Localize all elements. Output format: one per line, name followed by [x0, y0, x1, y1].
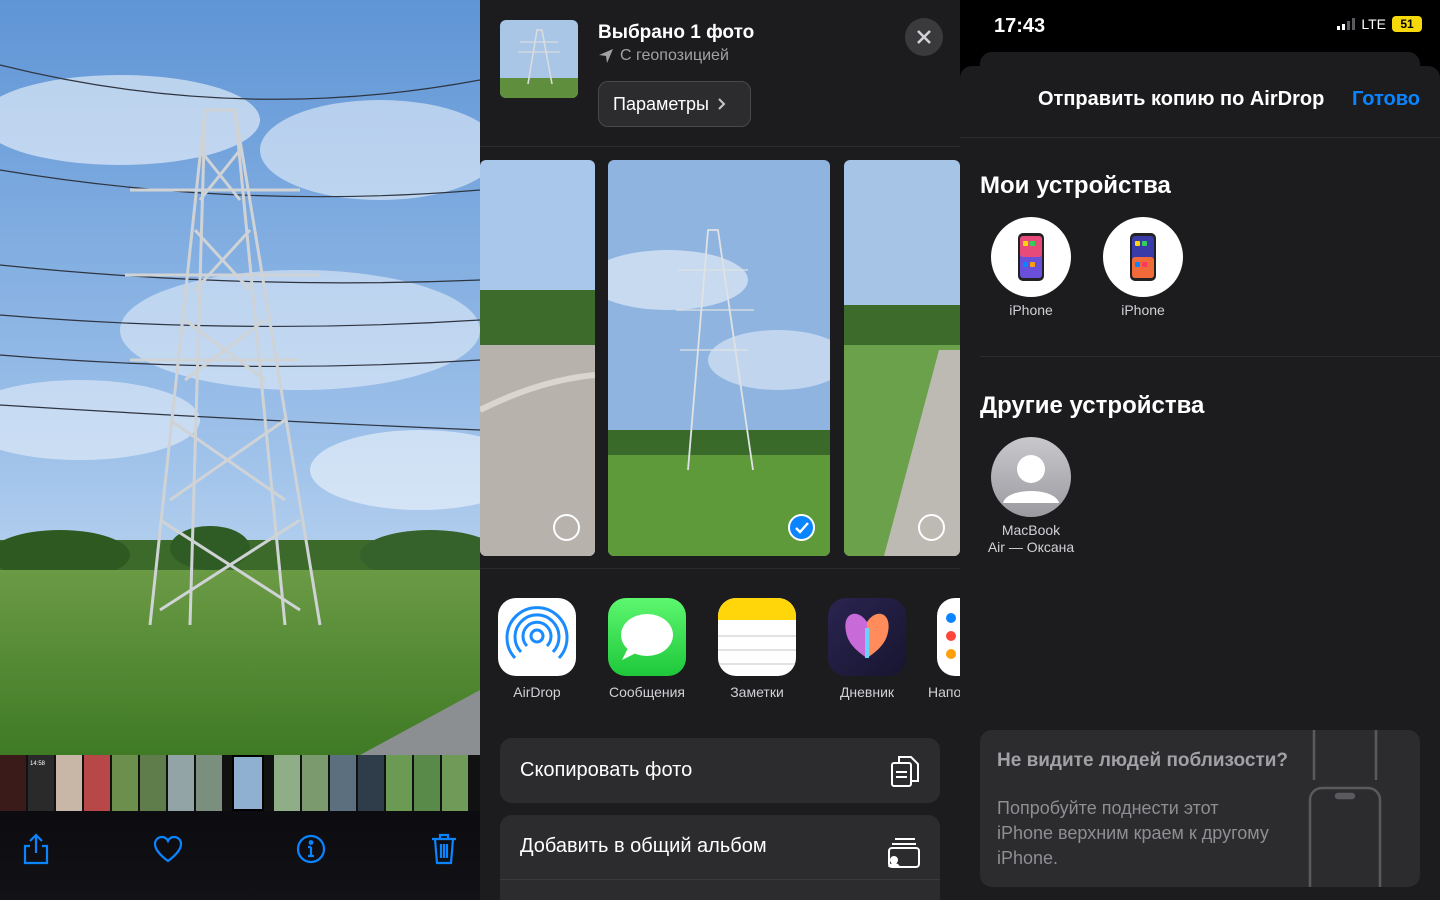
app-airdrop[interactable]: AirDrop [487, 598, 587, 700]
app-reminders[interactable]: Напо [927, 598, 960, 700]
checkmark-icon [794, 521, 809, 534]
app-label: Напо [928, 684, 960, 700]
share-sheet-header: Выбрано 1 фото С геопозицией Параметры [480, 0, 960, 150]
battery-level: 51 [1400, 17, 1414, 31]
photo-carousel[interactable] [480, 160, 960, 556]
thumbnail[interactable] [168, 755, 194, 811]
app-label: Заметки [730, 684, 784, 700]
carousel-photo-left[interactable] [480, 160, 595, 556]
network-label: LTE [1361, 16, 1386, 32]
thumbnail[interactable] [140, 755, 166, 811]
options-button[interactable]: Параметры [598, 81, 751, 127]
signal-icon [1337, 18, 1356, 30]
app-label: AirDrop [513, 684, 561, 700]
app-label: Дневник [839, 684, 895, 700]
airdrop-icon [498, 598, 576, 676]
person-avatar-icon [991, 437, 1071, 517]
trash-icon[interactable] [424, 829, 464, 869]
close-icon [917, 30, 931, 44]
copy-photo-action[interactable]: Скопировать фото [500, 738, 940, 803]
thumbnail[interactable] [330, 755, 356, 811]
device-label: iPhone [1009, 302, 1053, 318]
my-devices-heading: Мои устройства [980, 172, 1171, 199]
battery-indicator: 51 [1392, 16, 1422, 32]
hint-body: Попробуйте поднести этот iPhone верхним … [997, 798, 1269, 868]
done-button[interactable]: Готово [1352, 88, 1420, 111]
messages-icon [608, 598, 686, 676]
thumbnail[interactable] [386, 755, 412, 811]
airdrop-screen: 17:43 LTE 51 Отправить копию по AirDrop … [960, 0, 1440, 900]
selected-checkmark[interactable] [788, 514, 815, 541]
select-circle[interactable] [553, 514, 580, 541]
reminders-icon [937, 598, 960, 676]
iphone-proximity-illustration-icon [1308, 730, 1382, 887]
thumbnail-selected[interactable] [232, 755, 264, 811]
device-label-line1: MacBook [1001, 522, 1061, 538]
thumbnail[interactable] [414, 755, 440, 811]
thumbnail[interactable]: 14:58 [28, 755, 54, 811]
thumbnail[interactable] [112, 755, 138, 811]
copy-icon [891, 755, 919, 787]
photo-toolbar [0, 811, 480, 900]
status-right: LTE 51 [1337, 16, 1422, 32]
select-circle[interactable] [918, 514, 945, 541]
photo-thumbnail-strip[interactable]: 14:58 [0, 755, 480, 811]
carousel-photo-right[interactable] [844, 160, 960, 556]
device-iphone-2[interactable]: iPhone [1088, 217, 1198, 319]
other-devices-heading: Другие устройства [980, 392, 1205, 419]
device-label: iPhone [1121, 302, 1165, 318]
status-time: 17:43 [994, 15, 1046, 37]
device-label-line2: Air — Оксана [987, 539, 1075, 555]
divider [480, 146, 960, 147]
thumbnail[interactable] [274, 755, 300, 811]
photo-viewer: 14:58 [0, 0, 480, 900]
device-macbook-air[interactable]: MacBook Air — Оксана [976, 437, 1086, 556]
selected-photo-thumbnail [500, 20, 578, 98]
heart-icon[interactable] [148, 829, 188, 869]
share-sheet: Выбрано 1 фото С геопозицией Параметры A… [480, 0, 960, 900]
close-button[interactable] [905, 18, 943, 56]
thumbnail[interactable] [56, 755, 82, 811]
notes-icon [718, 598, 796, 676]
geolocation-label: С геопозицией [620, 47, 729, 64]
nearby-hint-card: Не видите людей поблизости? Попробуйте п… [980, 730, 1420, 887]
divider [500, 879, 940, 880]
info-icon[interactable] [291, 829, 331, 869]
location-arrow-icon [599, 49, 613, 63]
carousel-photo-selected[interactable] [608, 160, 830, 556]
options-label: Параметры [613, 93, 709, 114]
hint-heading: Не видите людей поблизости? [997, 750, 1289, 771]
journal-icon [828, 598, 906, 676]
airdrop-sheet: Отправить копию по AirDrop Готово Мои ус… [960, 66, 1440, 900]
share-icon[interactable] [16, 829, 56, 869]
divider [480, 568, 960, 569]
app-messages[interactable]: Сообщения [597, 598, 697, 700]
shared-album-icon [888, 838, 920, 868]
thumbnail[interactable] [84, 755, 110, 811]
divider [980, 356, 1440, 357]
add-to-shared-album-action[interactable]: Добавить в общий альбом [500, 815, 940, 900]
iphone-device-icon [1103, 217, 1183, 297]
share-subtitle: С геопозицией [598, 47, 729, 65]
copy-photo-label: Скопировать фото [520, 759, 693, 781]
thumbnail[interactable] [196, 755, 222, 811]
app-notes[interactable]: Заметки [707, 598, 807, 700]
airdrop-title: Отправить копию по AirDrop [1038, 88, 1325, 110]
photo-power-tower[interactable] [0, 0, 480, 755]
iphone-device-icon [991, 217, 1071, 297]
status-bar: 17:43 LTE 51 [960, 0, 1440, 56]
thumbnail[interactable] [442, 755, 468, 811]
share-apps-row: AirDrop Сообщения Заметки Дневник Напо [480, 598, 960, 708]
thumbnail[interactable] [0, 755, 26, 811]
thumbnail-timestamp: 14:58 [30, 761, 46, 767]
app-journal[interactable]: Дневник [817, 598, 917, 700]
thumbnail[interactable] [358, 755, 384, 811]
thumbnail[interactable] [302, 755, 328, 811]
divider [960, 137, 1440, 138]
share-title: Выбрано 1 фото [598, 22, 755, 43]
app-label: Сообщения [609, 684, 685, 700]
device-iphone-1[interactable]: iPhone [976, 217, 1086, 319]
add-to-shared-album-label: Добавить в общий альбом [520, 835, 767, 857]
chevron-right-icon [718, 98, 726, 110]
